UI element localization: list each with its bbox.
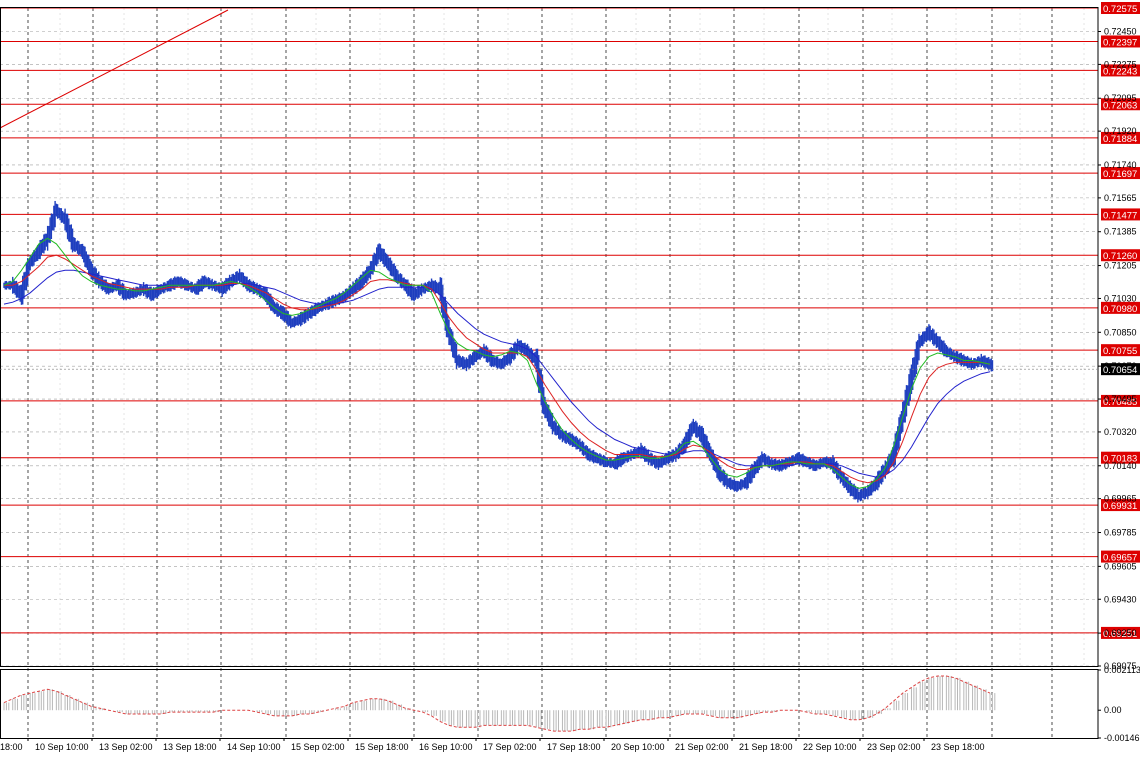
y-tick-label: 0.70850 <box>1104 327 1137 337</box>
level-label: 0.72397 <box>1103 37 1137 48</box>
y-tick-label: 0.71030 <box>1104 293 1137 303</box>
x-tick-label: 14 Sep 10:00 <box>227 742 281 752</box>
osc-tick-label: -0.00146 <box>1104 733 1140 743</box>
y-tick-label: 0.71385 <box>1104 227 1137 237</box>
y-tick-label: 0.71920 <box>1104 126 1137 136</box>
y-tick-label: 0.72275 <box>1104 59 1137 69</box>
x-tick-label: 13 Sep 18:00 <box>163 742 217 752</box>
level-label: 0.71697 <box>1103 169 1137 180</box>
x-tick-label: 13 Sep 02:00 <box>99 742 153 752</box>
x-tick-label: 16 Sep 10:00 <box>419 742 473 752</box>
y-tick-label: 0.72095 <box>1104 93 1137 103</box>
y-tick-label: 0.70495 <box>1104 394 1137 404</box>
x-tick-label: 10 Sep 10:00 <box>35 742 89 752</box>
y-tick-label: 0.69075 <box>1104 661 1137 671</box>
y-tick-label: 0.71740 <box>1104 160 1137 170</box>
x-tick-label: 20 Sep 10:00 <box>611 742 665 752</box>
y-tick-label: 0.71205 <box>1104 261 1137 271</box>
x-tick-label-partial: 18:00 <box>0 742 23 752</box>
y-tick-label: 0.69965 <box>1104 494 1137 504</box>
level-label: 0.72575 <box>1103 4 1137 15</box>
chart-canvas[interactable]: 0.0021130.00-0.00146 0.725750.723970.722… <box>0 0 1140 754</box>
x-tick-label: 22 Sep 10:00 <box>803 742 857 752</box>
x-tick-label: 21 Sep 02:00 <box>675 742 729 752</box>
x-tick-label: 23 Sep 18:00 <box>931 742 985 752</box>
y-tick-label: 0.70140 <box>1104 461 1137 471</box>
y-tick-label: 0.69250 <box>1104 628 1137 638</box>
level-label: 0.70755 <box>1103 346 1137 357</box>
y-tick-label: 0.72450 <box>1104 27 1137 37</box>
y-tick-label: 0.69785 <box>1104 528 1137 538</box>
x-tick-label: 23 Sep 02:00 <box>867 742 921 752</box>
y-tick-label: 0.71565 <box>1104 193 1137 203</box>
trading-chart[interactable]: 0.002113 0.00 -0.00146 0.72575 0.72397 0.722… <box>0 0 1140 754</box>
y-tick-label: 0.70320 <box>1104 427 1137 437</box>
x-tick-label: 17 Sep 02:00 <box>483 742 537 752</box>
x-tick-label: 15 Sep 18:00 <box>355 742 409 752</box>
level-label: 0.70980 <box>1103 304 1137 315</box>
current-price-label: 0.70654 <box>1103 365 1137 376</box>
osc-tick-label: 0.00 <box>1104 705 1122 715</box>
level-label: 0.71477 <box>1103 210 1137 221</box>
x-tick-label: 21 Sep 18:00 <box>739 742 793 752</box>
x-tick-label: 17 Sep 18:00 <box>547 742 601 752</box>
x-tick-label: 15 Sep 02:00 <box>291 742 345 752</box>
y-tick-label: 0.69605 <box>1104 561 1137 571</box>
y-tick-label: 0.69430 <box>1104 594 1137 604</box>
